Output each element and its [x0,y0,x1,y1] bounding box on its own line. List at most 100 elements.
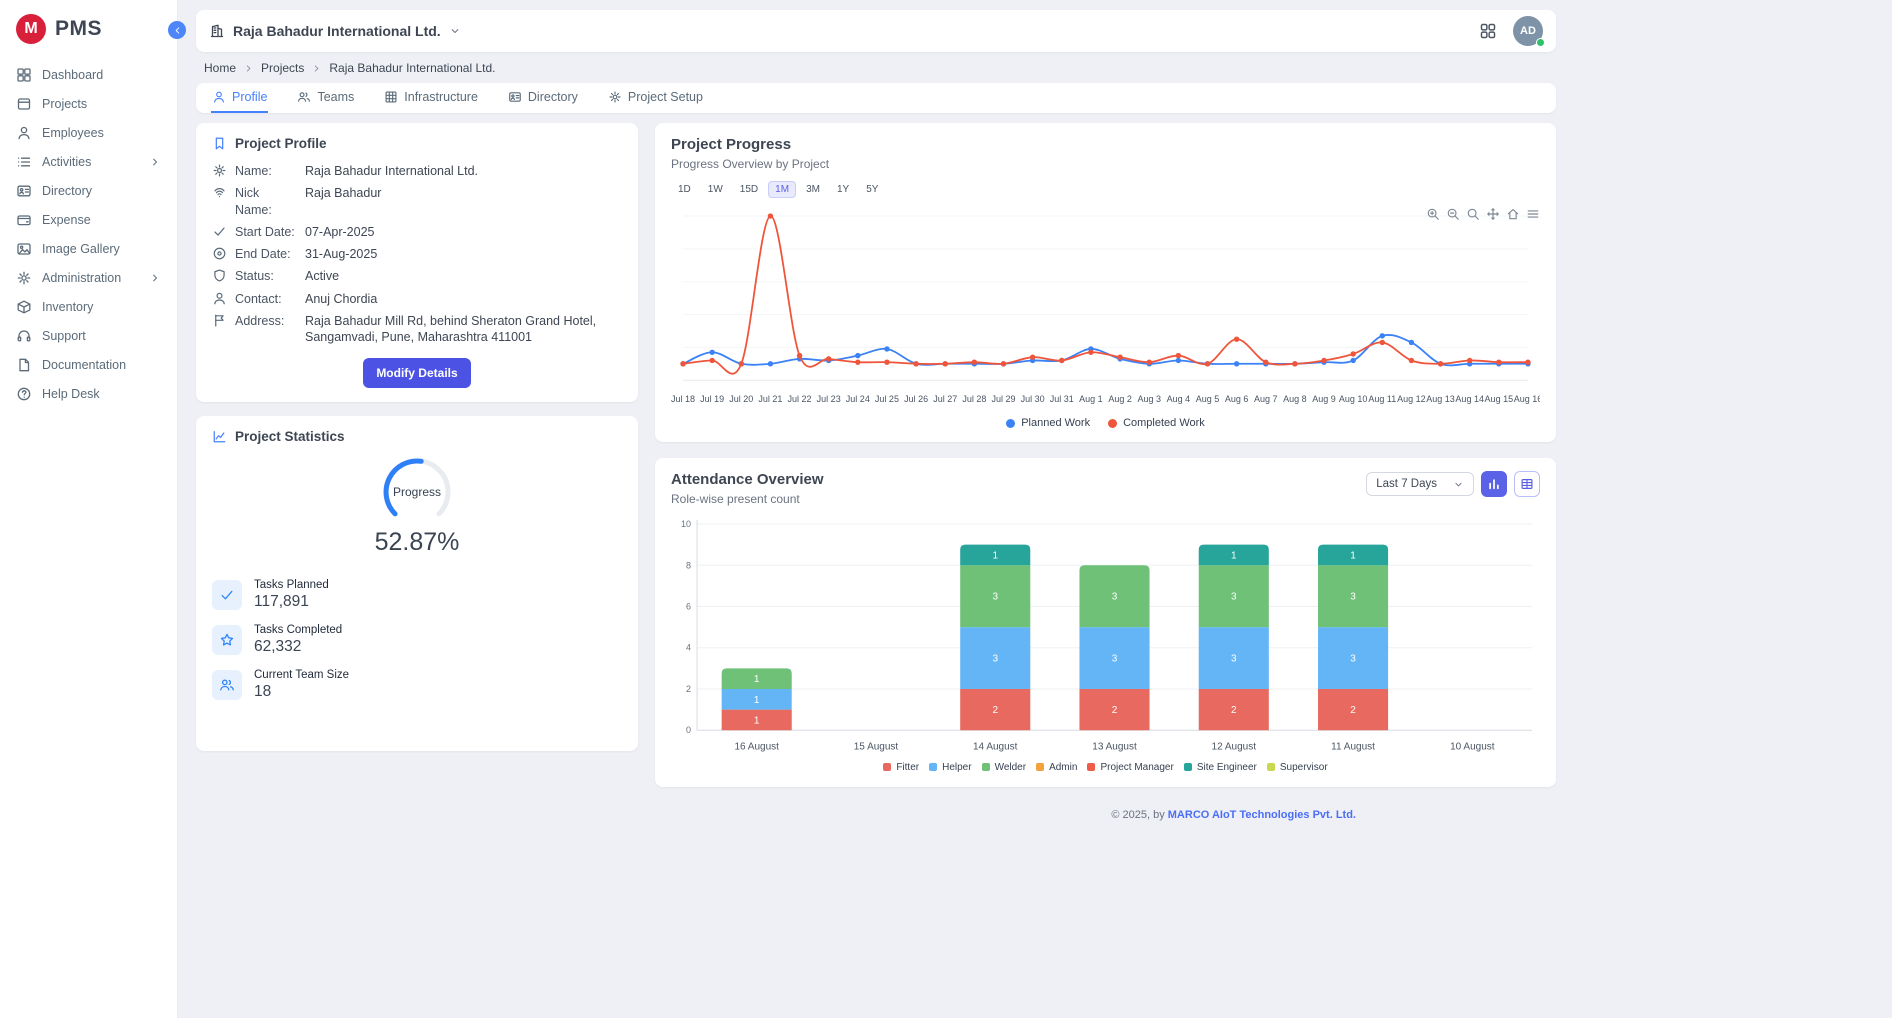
project-progress-line-chart[interactable]: Jul 18Jul 19Jul 20Jul 21Jul 22Jul 23Jul … [671,200,1540,414]
legend-helper[interactable]: Helper [929,762,971,773]
magnifier-icon [1466,207,1480,221]
sidebar-item-help-desk[interactable]: Help Desk [0,379,177,408]
magnifier-button[interactable] [1466,207,1480,221]
attendance-card-subtitle: Role-wise present count [671,492,824,506]
sidebar-item-expense[interactable]: Expense [0,205,177,234]
app-root: M PMS DashboardProjectsEmployeesActiviti… [0,0,1892,1018]
table-icon [1520,477,1534,491]
svg-text:Aug 2: Aug 2 [1108,394,1132,404]
legend-label: Admin [1049,762,1077,773]
menu-button[interactable] [1526,207,1540,221]
avatar[interactable]: AD [1513,16,1543,46]
svg-text:Jul 28: Jul 28 [962,394,986,404]
project-setup-icon [608,90,622,104]
legend-supervisor[interactable]: Supervisor [1267,762,1328,773]
home-button[interactable] [1506,207,1520,221]
stat-value: 62,332 [254,638,342,656]
field-value: 31-Aug-2025 [305,246,622,262]
bar-view-button[interactable] [1481,471,1507,497]
footer-company-link[interactable]: MARCO AIoT Technologies Pvt. Ltd. [1168,809,1356,821]
svg-text:Jul 31: Jul 31 [1050,394,1074,404]
date-range-select[interactable]: Last 7 Days [1366,472,1474,496]
legend-welder[interactable]: Welder [982,762,1027,773]
sidebar-item-dashboard[interactable]: Dashboard [0,60,177,89]
range-1y-button[interactable]: 1Y [830,181,856,198]
legend-completed-work[interactable]: Completed Work [1108,417,1205,429]
svg-text:3: 3 [992,654,998,665]
logo-mark-icon: M [16,14,46,44]
field-label: Name: [235,163,297,179]
range-1w-button[interactable]: 1W [701,181,730,198]
svg-text:14 August: 14 August [973,741,1018,752]
chevron-left-icon [172,25,183,36]
activities-icon [16,154,32,170]
range-3m-button[interactable]: 3M [799,181,827,198]
sidebar-item-employees[interactable]: Employees [0,118,177,147]
attendance-card-title: Attendance Overview [671,471,824,488]
tab-profile[interactable]: Profile [211,83,268,113]
tab-directory[interactable]: Directory [507,83,579,113]
legend-admin[interactable]: Admin [1036,762,1077,773]
pan-button[interactable] [1486,207,1500,221]
sidebar-item-documentation[interactable]: Documentation [0,350,177,379]
legend-site-engineer[interactable]: Site Engineer [1184,762,1257,773]
tab-project-setup[interactable]: Project Setup [607,83,704,113]
profile-fields: Name:Raja Bahadur International Ltd.Nick… [212,163,622,345]
stat-label: Tasks Planned [254,579,329,591]
svg-text:10 August: 10 August [1450,741,1495,752]
zoom-out-button[interactable] [1446,207,1460,221]
field-value: Raja Bahadur International Ltd. [305,163,622,179]
sidebar-item-administration[interactable]: Administration [0,263,177,292]
legend-fitter[interactable]: Fitter [883,762,919,773]
image-gallery-icon [16,241,32,257]
supervisor-swatch [1267,763,1275,771]
sidebar-item-image-gallery[interactable]: Image Gallery [0,234,177,263]
attendance-bar-chart[interactable]: 024681011116 August15 August233114 Augus… [671,514,1540,758]
svg-text:Jul 29: Jul 29 [991,394,1015,404]
app-logo[interactable]: M PMS [0,0,177,60]
svg-text:Jul 19: Jul 19 [700,394,724,404]
legend-planned-work[interactable]: Planned Work [1006,417,1090,429]
sidebar-item-activities[interactable]: Activities [0,147,177,176]
sidebar-item-support[interactable]: Support [0,321,177,350]
sidebar-item-projects[interactable]: Projects [0,89,177,118]
range-5y-button[interactable]: 5Y [859,181,885,198]
modify-details-button[interactable]: Modify Details [363,358,470,388]
sidebar-item-label: Support [42,329,161,343]
svg-text:Jul 18: Jul 18 [671,394,695,404]
breadcrumb-item-home[interactable]: Home [204,61,236,75]
gauge-label: Progress [393,485,441,499]
tab-teams[interactable]: Teams [296,83,355,113]
home-icon [1506,207,1520,221]
field-label: Start Date: [235,224,297,240]
svg-text:2: 2 [1112,705,1118,716]
stat-tasks-completed: Tasks Completed62,332 [212,624,622,656]
tab-label: Directory [528,90,578,104]
range-15d-button[interactable]: 15D [733,181,765,198]
zoom-in-button[interactable] [1426,207,1440,221]
line-chart-container: Jul 18Jul 19Jul 20Jul 21Jul 22Jul 23Jul … [671,200,1540,414]
tab-infrastructure[interactable]: Infrastructure [383,83,479,113]
stat-tasks-planned: Tasks Planned117,891 [212,579,622,611]
statistics-card-title: Project Statistics [212,429,622,444]
sidebar-item-directory[interactable]: Directory [0,176,177,205]
range-1d-button[interactable]: 1D [671,181,698,198]
breadcrumb-item-projects[interactable]: Projects [261,61,304,75]
profile-field-end-date: End Date:31-Aug-2025 [212,246,622,262]
sidebar-item-inventory[interactable]: Inventory [0,292,177,321]
svg-text:12 August: 12 August [1212,741,1257,752]
progress-percentage: 52.87% [375,528,460,557]
name-field-icon [212,163,227,178]
sidebar-collapse-button[interactable] [168,21,186,39]
table-view-button[interactable] [1514,471,1540,497]
range-1m-button[interactable]: 1M [768,181,796,198]
svg-text:Aug 16: Aug 16 [1514,394,1540,404]
project-manager-swatch [1087,763,1095,771]
zoom-out-icon [1446,207,1460,221]
legend-label: Project Manager [1100,762,1173,773]
apps-grid-button[interactable] [1479,22,1497,40]
company-selector[interactable]: Raja Bahadur International Ltd. [209,23,461,39]
tasks-completed-icon [219,632,235,648]
svg-text:Jul 26: Jul 26 [904,394,928,404]
legend-project-manager[interactable]: Project Manager [1087,762,1173,773]
